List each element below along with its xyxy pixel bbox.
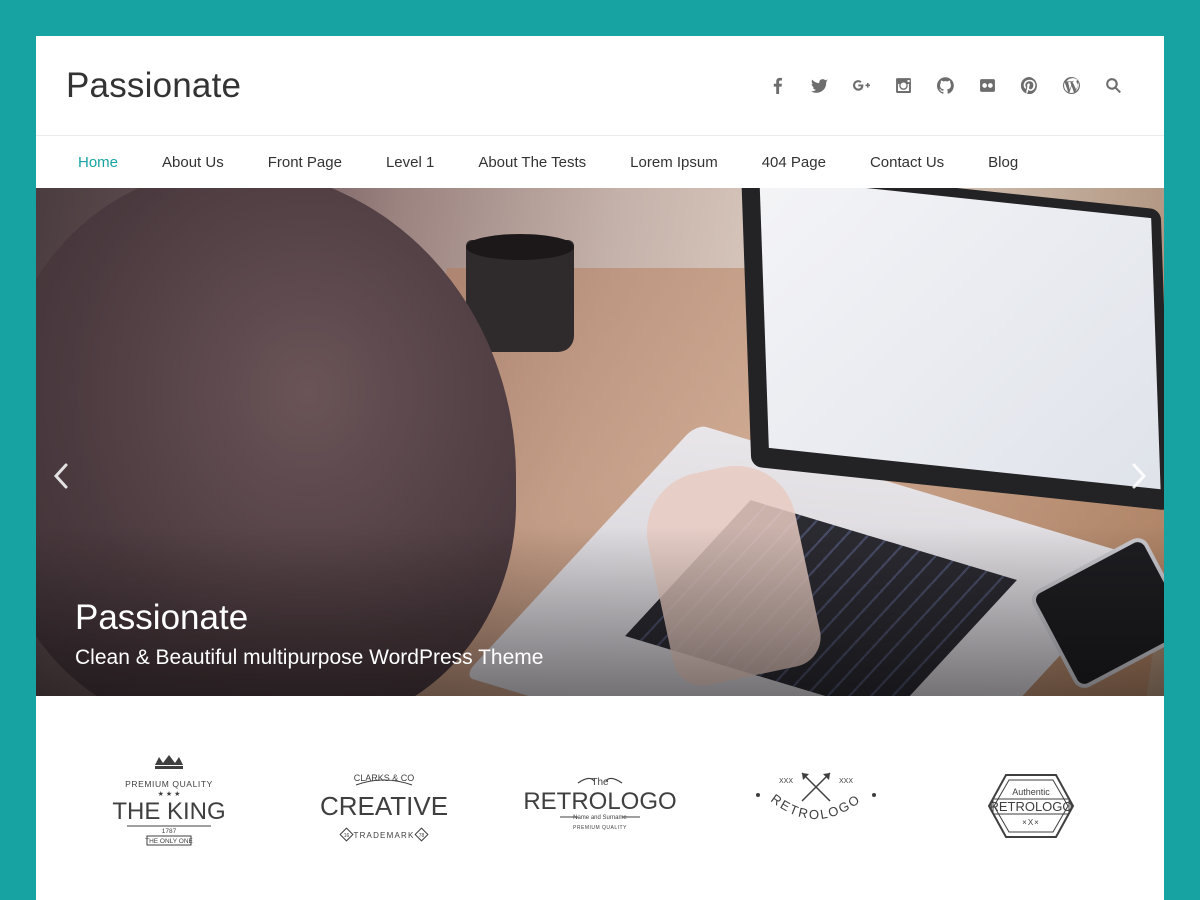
- site-header: Passionate: [36, 36, 1164, 136]
- logo-retro1-line2-text: PREMIUM QUALITY: [573, 825, 627, 831]
- logo-king-main-text: THE KING: [112, 798, 225, 825]
- logo-creative-top-text: CLARKS & CO: [354, 773, 415, 783]
- logo-retro1-top-text: The: [591, 777, 609, 788]
- slider-prev-button[interactable]: [46, 456, 76, 496]
- logo-king-top-text: PREMIUM QUALITY: [125, 779, 213, 789]
- nav-item-about-the-tests[interactable]: About The Tests: [456, 154, 608, 171]
- hero-laptop-display-shape: [759, 188, 1161, 490]
- nav-item-contact-us[interactable]: Contact Us: [848, 154, 966, 171]
- site-title[interactable]: Passionate: [66, 66, 241, 106]
- logo-king-year-text: 1787: [162, 828, 177, 835]
- logo-retro2-marks-right: XXX: [839, 778, 853, 785]
- search-icon[interactable]: [1092, 74, 1134, 98]
- main-navigation: Home About Us Front Page Level 1 About T…: [36, 136, 1164, 188]
- github-icon[interactable]: [924, 74, 966, 98]
- flickr-icon[interactable]: [966, 74, 1008, 98]
- nav-item-level-1[interactable]: Level 1: [364, 154, 456, 171]
- logo-retro1-line1-text: Name and Surname: [573, 815, 627, 821]
- hero-mug-rim-shape: [466, 234, 574, 260]
- logo-retro2-main-text: RETROLOGO: [768, 791, 863, 822]
- nav-item-front-page[interactable]: Front Page: [246, 154, 364, 171]
- logo-retro3-main-text: RETROLOGO: [990, 799, 1073, 814]
- logo-retro2-marks-left: XXX: [779, 778, 793, 785]
- client-logos: PREMIUM QUALITY ★ ★ ★ THE KING 1787 THE …: [36, 736, 1164, 876]
- logo-the-king[interactable]: PREMIUM QUALITY ★ ★ ★ THE KING 1787 THE …: [89, 751, 249, 861]
- wordpress-icon[interactable]: [1050, 74, 1092, 98]
- logo-creative-bottom-text: TRADEMARK: [354, 831, 415, 840]
- pinterest-icon[interactable]: [1008, 74, 1050, 98]
- svg-text:★ ★ ★: ★ ★ ★: [157, 790, 180, 798]
- logo-retrologo-arrows[interactable]: XXX XXX RETROLOGO: [736, 751, 896, 861]
- logo-retro1-main-text: RETROLOGO: [523, 788, 676, 815]
- logo-retrologo-classic[interactable]: The RETROLOGO Name and Surname PREMIUM Q…: [520, 751, 680, 861]
- logo-creative-main-text: CREATIVE: [320, 791, 448, 821]
- slider-next-button[interactable]: [1124, 456, 1154, 496]
- social-icons: [756, 74, 1134, 98]
- slider-subtitle: Clean & Beautiful multipurpose WordPress…: [75, 646, 544, 669]
- nav-item-404-page[interactable]: 404 Page: [740, 154, 848, 171]
- logo-retro3-top-text: Authentic: [1012, 787, 1050, 797]
- chevron-right-icon: [1132, 463, 1147, 489]
- logo-retro3-marks-text: ×X×: [1022, 818, 1040, 827]
- twitter-icon[interactable]: [798, 74, 840, 98]
- instagram-icon[interactable]: [882, 74, 924, 98]
- facebook-icon[interactable]: [756, 74, 798, 98]
- google-plus-icon[interactable]: [840, 74, 882, 98]
- slider-caption: Passionate Clean & Beautiful multipurpos…: [75, 598, 543, 670]
- hero-slider: Passionate Clean & Beautiful multipurpos…: [36, 188, 1164, 696]
- logo-creative[interactable]: CLARKS & CO CREATIVE 16 TRADEMARK 78: [304, 751, 464, 861]
- nav-item-lorem-ipsum[interactable]: Lorem Ipsum: [608, 154, 740, 171]
- logo-king-bottom-text: THE ONLY ONE: [145, 838, 193, 845]
- nav-item-about-us[interactable]: About Us: [140, 154, 246, 171]
- chevron-left-icon: [53, 463, 68, 489]
- logo-creative-right-text: 78: [419, 833, 425, 839]
- nav-item-home[interactable]: Home: [56, 154, 140, 171]
- logo-retrologo-badge[interactable]: Authentic RETROLOGO ×X×: [951, 751, 1111, 861]
- logo-creative-left-text: 16: [344, 833, 350, 839]
- nav-item-blog[interactable]: Blog: [966, 154, 1040, 171]
- page: Passionate Home About Us Front Page Leve…: [36, 36, 1164, 900]
- slider-title: Passionate: [75, 598, 249, 637]
